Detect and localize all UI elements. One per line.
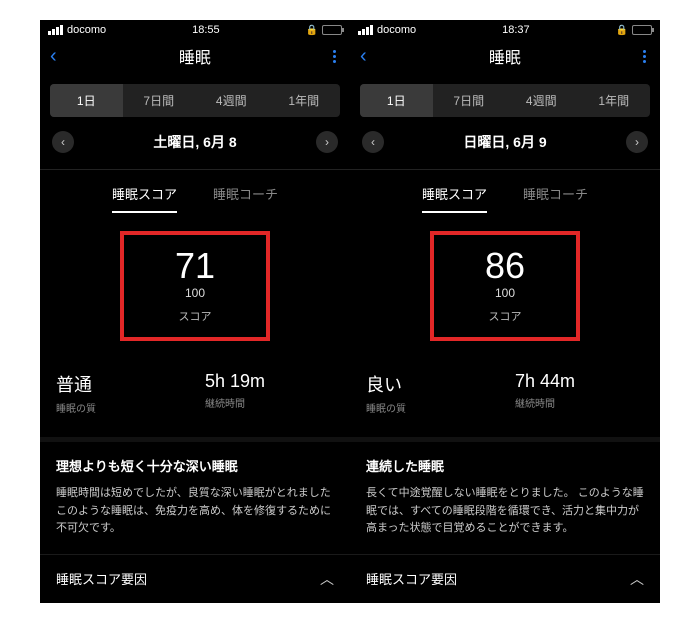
tabs: 睡眠スコア 睡眠コーチ <box>350 170 660 213</box>
score-factors-row[interactable]: 睡眠スコア要因 ︿ <box>40 554 350 603</box>
menu-button[interactable] <box>643 50 650 63</box>
range-segments: 1日 7日間 4週間 1年間 <box>360 84 650 117</box>
score-value: 86 <box>485 248 525 284</box>
score-highlight: 71 100 スコア <box>120 231 270 341</box>
next-day-button[interactable]: › <box>626 131 648 153</box>
metric-quality: 良い 睡眠の質 <box>366 371 495 415</box>
status-time: 18:37 <box>502 24 530 36</box>
nav-bar: ‹ 睡眠 <box>350 38 660 78</box>
summary-heading: 理想よりも短く十分な深い睡眠 <box>56 456 334 475</box>
summary-body: 長くて中途覚醒しない睡眠をとりました。 このような睡眠では、すべての睡眠段階を循… <box>366 485 644 538</box>
duration-sublabel: 継続時間 <box>205 395 334 410</box>
back-button[interactable]: ‹ <box>50 45 57 68</box>
tab-sleep-score[interactable]: 睡眠スコア <box>422 184 487 213</box>
duration-sublabel: 継続時間 <box>515 395 644 410</box>
segment-1year[interactable]: 1年間 <box>578 84 651 117</box>
tabs: 睡眠スコア 睡眠コーチ <box>40 170 350 213</box>
segment-7day[interactable]: 7日間 <box>433 84 506 117</box>
summary-block: 連続した睡眠 長くて中途覚醒しない睡眠をとりました。 このような睡眠では、すべて… <box>350 442 660 554</box>
segment-7day[interactable]: 7日間 <box>123 84 196 117</box>
segment-4week[interactable]: 4週間 <box>195 84 268 117</box>
summary-block: 理想よりも短く十分な深い睡眠 睡眠時間は短めでしたが、良質な深い睡眠がとれました… <box>40 442 350 554</box>
next-day-button[interactable]: › <box>316 131 338 153</box>
metric-quality: 普通 睡眠の質 <box>56 371 185 415</box>
metric-duration: 5h 19m 継続時間 <box>205 371 334 415</box>
score-value: 71 <box>175 248 215 284</box>
status-time: 18:55 <box>192 24 220 36</box>
page-title: 睡眠 <box>489 44 521 68</box>
nav-bar: ‹ 睡眠 <box>40 38 350 78</box>
score-max: 100 <box>495 286 515 300</box>
score-factors-row[interactable]: 睡眠スコア要因 ︿ <box>350 554 660 603</box>
score-label: スコア <box>179 308 212 324</box>
date-label: 日曜日, 6月 9 <box>463 132 546 152</box>
quality-sublabel: 睡眠の質 <box>366 400 495 415</box>
lock-icon: 🔒 <box>616 25 628 36</box>
quality-value: 普通 <box>56 371 185 397</box>
quality-sublabel: 睡眠の質 <box>56 400 185 415</box>
summary-body: 睡眠時間は短めでしたが、良質な深い睡眠がとれました このような睡眠は、免疫力を高… <box>56 485 334 538</box>
segment-1year[interactable]: 1年間 <box>268 84 341 117</box>
score-label: スコア <box>489 308 522 324</box>
tab-sleep-coach[interactable]: 睡眠コーチ <box>523 184 588 213</box>
metrics-row: 良い 睡眠の質 7h 44m 継続時間 <box>350 363 660 437</box>
segment-4week[interactable]: 4週間 <box>505 84 578 117</box>
status-bar: docomo 18:37 🔒 <box>350 20 660 38</box>
duration-value: 7h 44m <box>515 371 644 392</box>
phone-right: docomo 18:37 🔒 ‹ 睡眠 1日 7日間 4週間 1年間 ‹ 日曜日… <box>350 20 660 603</box>
menu-button[interactable] <box>333 50 340 63</box>
tab-sleep-coach[interactable]: 睡眠コーチ <box>213 184 278 213</box>
prev-day-button[interactable]: ‹ <box>52 131 74 153</box>
date-label: 土曜日, 6月 8 <box>153 132 236 152</box>
score-highlight: 86 100 スコア <box>430 231 580 341</box>
metrics-row: 普通 睡眠の質 5h 19m 継続時間 <box>40 363 350 437</box>
metric-duration: 7h 44m 継続時間 <box>515 371 644 415</box>
battery-icon <box>322 25 342 35</box>
score-factors-label: 睡眠スコア要因 <box>366 569 457 588</box>
date-row: ‹ 日曜日, 6月 9 › <box>350 117 660 169</box>
date-row: ‹ 土曜日, 6月 8 › <box>40 117 350 169</box>
chevron-up-icon: ︿ <box>630 569 644 589</box>
page-title: 睡眠 <box>179 44 211 68</box>
back-button[interactable]: ‹ <box>360 45 367 68</box>
chevron-up-icon: ︿ <box>320 569 334 589</box>
signal-icon <box>48 25 63 35</box>
range-segments: 1日 7日間 4週間 1年間 <box>50 84 340 117</box>
carrier-label: docomo <box>67 24 106 36</box>
battery-icon <box>632 25 652 35</box>
segment-1day[interactable]: 1日 <box>50 84 123 117</box>
score-max: 100 <box>185 286 205 300</box>
status-bar: docomo 18:55 🔒 <box>40 20 350 38</box>
phone-left: docomo 18:55 🔒 ‹ 睡眠 1日 7日間 4週間 1年間 ‹ 土曜日… <box>40 20 350 603</box>
quality-value: 良い <box>366 371 495 397</box>
duration-value: 5h 19m <box>205 371 334 392</box>
segment-1day[interactable]: 1日 <box>360 84 433 117</box>
prev-day-button[interactable]: ‹ <box>362 131 384 153</box>
signal-icon <box>358 25 373 35</box>
score-factors-label: 睡眠スコア要因 <box>56 569 147 588</box>
carrier-label: docomo <box>377 24 416 36</box>
tab-sleep-score[interactable]: 睡眠スコア <box>112 184 177 213</box>
summary-heading: 連続した睡眠 <box>366 456 644 475</box>
lock-icon: 🔒 <box>306 25 318 36</box>
